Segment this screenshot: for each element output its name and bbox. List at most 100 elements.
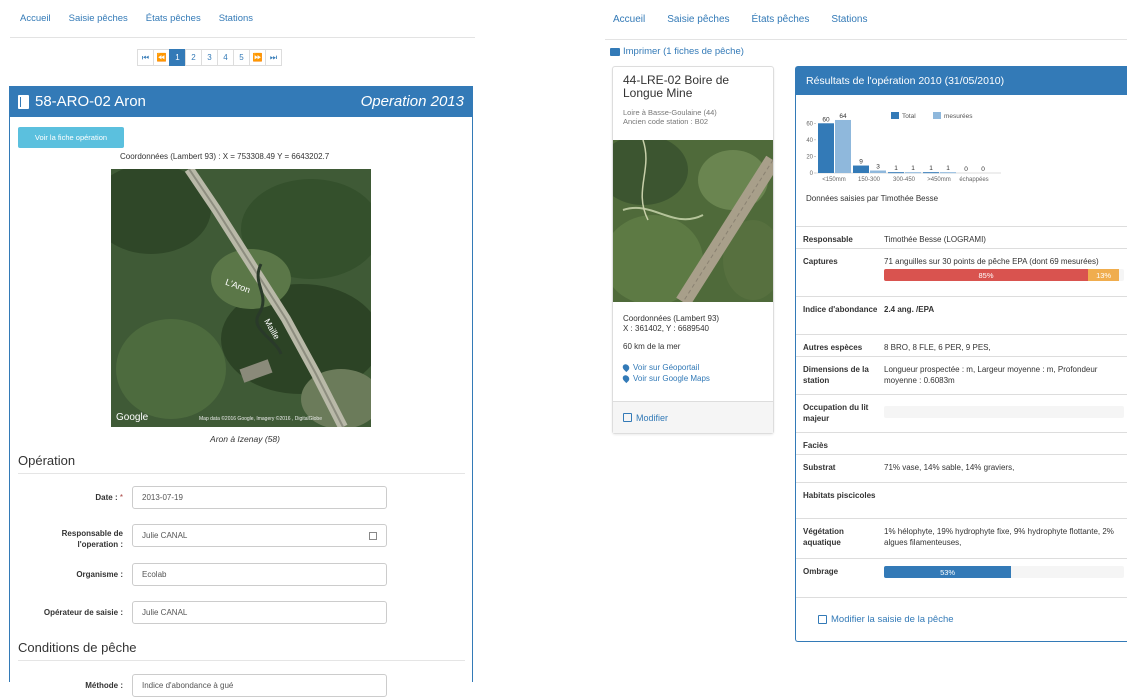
nav-accueil[interactable]: Accueil xyxy=(613,14,645,25)
bar-value-label: 9 xyxy=(859,159,863,166)
ombrage-label: 53% xyxy=(940,567,956,577)
link-geoportail-label: Voir sur Géoportail xyxy=(633,363,700,372)
row-value: 71 anguilles sur 30 points de pêche EPA … xyxy=(884,257,1099,266)
bar-value-label: 3 xyxy=(876,164,880,171)
bar-value-label: 0 xyxy=(981,166,985,173)
nav-saisie-peches[interactable]: Saisie pêches xyxy=(667,14,729,25)
table-row: Autres espèces 8 BRO, 8 FLE, 6 PER, 9 PE… xyxy=(796,334,1127,356)
modify-fishing-button[interactable]: Modifier la saisie de la pêche xyxy=(796,597,1127,641)
view-operation-button[interactable]: Voir la fiche opération xyxy=(18,127,124,148)
page-1[interactable]: 1 xyxy=(169,49,186,66)
responsable-input[interactable]: Julie CANAL xyxy=(132,524,387,547)
legend-swatch xyxy=(891,112,899,119)
operateur-input[interactable]: Julie CANAL xyxy=(132,601,387,624)
table-row: Responsable Timothée Besse (LOGRAMI) xyxy=(796,226,1127,248)
nav-stations[interactable]: Stations xyxy=(831,14,867,25)
row-key: Faciès xyxy=(803,441,828,450)
nav-saisie-peches[interactable]: Saisie pêches xyxy=(69,13,128,24)
field-date: Date : * 2013-07-19 xyxy=(18,486,465,510)
link-geoportail[interactable]: Voir sur Géoportail xyxy=(621,362,700,373)
map-marker-icon xyxy=(621,373,631,384)
captures-chart: Total mesurées 0 20 40 60 60 64 <150mm 9 3 150-300 1… xyxy=(806,112,1001,183)
ombrage-bar-fill: 53% xyxy=(884,566,1012,578)
row-key: Ombrage xyxy=(803,567,839,576)
methode-select[interactable]: Indice d'abondance à gué xyxy=(132,674,387,697)
x-tick-label: échappées xyxy=(959,177,988,183)
y-tick-label: 0 xyxy=(810,171,814,177)
y-tick-label: 40 xyxy=(806,138,813,144)
top-nav-right: Accueil Saisie pêches États pêches Stati… xyxy=(605,0,1127,40)
page-4[interactable]: 4 xyxy=(217,49,234,66)
last-page-icon[interactable]: ⏭ xyxy=(265,49,282,66)
field-methode: Méthode : Indice d'abondance à gué xyxy=(18,674,465,698)
google-logo: Google xyxy=(116,412,149,423)
ombrage-progress: 53% xyxy=(884,566,1124,578)
nav-etats-peches[interactable]: États pêches xyxy=(752,14,810,25)
map-caption: Aron à Izenay (58) xyxy=(210,434,280,444)
table-row: Captures 71 anguilles sur 30 points de p… xyxy=(796,248,1127,296)
bar-value-label: 60 xyxy=(822,116,830,123)
nav-accueil[interactable]: Accueil xyxy=(20,13,51,24)
row-key: Dimensions de la station xyxy=(803,365,869,385)
link-google-maps[interactable]: Voir sur Google Maps xyxy=(621,373,710,384)
y-tick-label: 60 xyxy=(806,121,813,127)
first-page-icon[interactable]: ⏮ xyxy=(137,49,154,66)
edit-icon xyxy=(818,615,827,624)
row-key: Habitats piscicoles xyxy=(803,491,876,500)
legend-label: Total xyxy=(902,113,916,120)
printer-icon xyxy=(610,47,620,56)
operateur-label: Opérateur de saisie : xyxy=(43,608,123,617)
map-marker-icon xyxy=(621,362,631,373)
bar xyxy=(818,123,834,173)
next-page-icon[interactable]: ⏩ xyxy=(249,49,266,66)
bar xyxy=(870,170,886,173)
results-title: Résultats de l'opération 2010 (31/05/201… xyxy=(796,67,1127,95)
station-card: 44-LRE-02 Boire de Longue Mine Loire à B… xyxy=(612,66,774,434)
print-link[interactable]: Imprimer (1 fiches de pêche) xyxy=(610,46,744,57)
right-screenshot: Accueil Saisie pêches États pêches Stati… xyxy=(600,0,1127,682)
table-row: Substrat 71% vase, 14% sable, 14% gravie… xyxy=(796,454,1127,482)
table-row: Habitats piscicoles xyxy=(796,482,1127,518)
card-coords-value: X : 361402, Y : 6689540 xyxy=(623,324,710,333)
page-5[interactable]: 5 xyxy=(233,49,250,66)
row-value: Timothée Besse (LOGRAMI) xyxy=(884,235,986,244)
section-conditions: Conditions de pêche xyxy=(18,640,465,661)
operation-title: Operation 2013 xyxy=(360,93,464,110)
row-key: Responsable xyxy=(803,235,853,244)
nav-etats-peches[interactable]: États pêches xyxy=(146,13,201,24)
coordinates-text: Coordonnées (Lambert 93) : X = 753308.49… xyxy=(120,152,330,161)
prev-page-icon[interactable]: ⏪ xyxy=(153,49,170,66)
station-map-imagery xyxy=(613,140,773,302)
bar xyxy=(940,172,956,174)
responsable-label: Responsable de l'operation : xyxy=(61,529,123,549)
row-key: Végétation aquatique xyxy=(803,527,844,547)
page-2[interactable]: 2 xyxy=(185,49,202,66)
bar-value-label: 64 xyxy=(839,113,847,120)
page-3[interactable]: 3 xyxy=(201,49,218,66)
modify-label: Modifier xyxy=(636,412,669,423)
bar-value-label: 1 xyxy=(929,165,933,172)
bar xyxy=(853,165,869,173)
organisme-input[interactable]: Ecolab xyxy=(132,563,387,586)
table-row: Occupation du lit majeur xyxy=(796,394,1127,432)
bar-value-label: 1 xyxy=(911,165,915,172)
occupation-bar xyxy=(884,406,1124,418)
left-screenshot: Accueil Saisie pêches États pêches Stati… xyxy=(0,0,490,697)
modify-station-button[interactable]: Modifier xyxy=(613,401,773,433)
y-tick-label: 20 xyxy=(806,154,813,160)
satellite-map[interactable]: L'Aron Maille Google Map data ©2016 Goog… xyxy=(111,169,371,427)
station-map[interactable] xyxy=(613,140,773,302)
nav-stations[interactable]: Stations xyxy=(219,13,253,24)
edit-icon xyxy=(623,413,632,422)
station-panel-header: 58-ARO-02 Aron Operation 2013 xyxy=(9,86,473,117)
captures-bar-measured: 85% xyxy=(884,269,1088,281)
row-value: 8 BRO, 8 FLE, 6 PER, 9 PES, xyxy=(884,343,991,352)
row-key: Substrat xyxy=(803,463,836,472)
date-label: Date : xyxy=(95,493,118,502)
print-link-label: Imprimer (1 fiches de pêche) xyxy=(623,46,744,57)
table-row: Indice d'abondance 2.4 ang. /EPA xyxy=(796,296,1127,334)
x-tick-label: 300-450 xyxy=(893,177,916,183)
contact-picker-icon[interactable] xyxy=(369,531,377,540)
pagination: ⏮ ⏪ 1 2 3 4 5 ⏩ ⏭ xyxy=(137,49,282,66)
date-input[interactable]: 2013-07-19 xyxy=(132,486,387,509)
